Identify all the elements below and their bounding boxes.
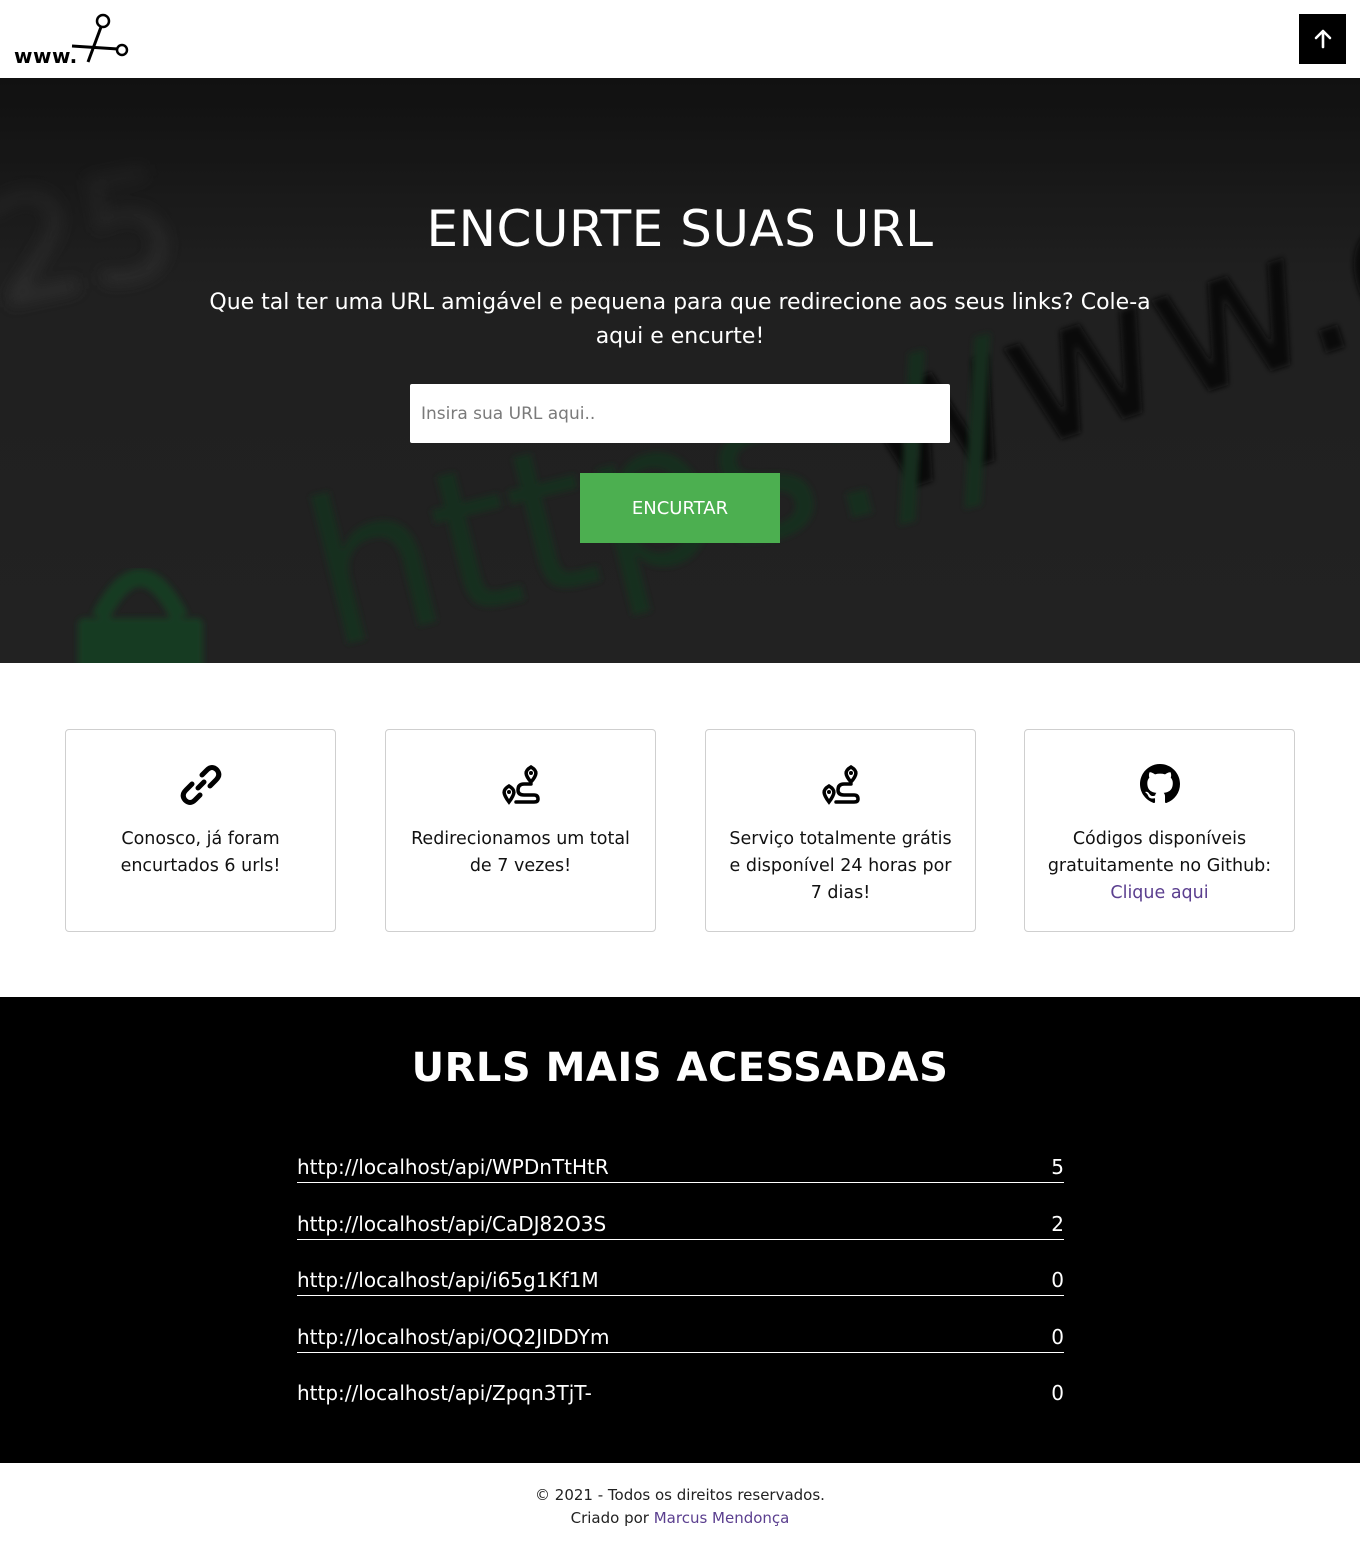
ranking-section: URLS MAIS ACESSADAS http://localhost/api… (0, 997, 1360, 1463)
route-icon (821, 764, 860, 805)
ranking-count: 5 (1051, 1155, 1064, 1179)
created-by-label: Criado por (570, 1509, 649, 1527)
feature-text: Conosco, já foram encurtados 6 urls! (120, 829, 281, 876)
ranking-url-link[interactable]: http://localhost/api/WPDnTtHtR (297, 1155, 609, 1179)
feature-text: Redirecionamos um total de 7 vezes! (411, 829, 630, 876)
feature-card-free: Serviço totalmente grátis e disponível 2… (705, 729, 976, 932)
url-input[interactable] (410, 384, 950, 443)
ranking-row: http://localhost/api/Zpqn3TjT- 0 (297, 1373, 1064, 1430)
feature-card-github: Códigos disponíveis gratuitamente no Git… (1024, 729, 1295, 932)
ranking-count: 0 (1051, 1268, 1064, 1292)
ranking-row: http://localhost/api/i65g1Kf1M 0 (297, 1260, 1064, 1317)
ranking-count: 0 (1051, 1324, 1064, 1349)
row-divider (297, 1351, 1064, 1353)
github-icon (1139, 764, 1180, 804)
arrow-up-icon (1314, 29, 1331, 49)
feature-text-github: Códigos disponíveis gratuitamente no Git… (1047, 829, 1272, 876)
row-divider (297, 1182, 1064, 1183)
ranking-url-link[interactable]: http://localhost/api/CaDJ82O3S (297, 1212, 606, 1236)
shorten-button[interactable]: ENCURTAR (580, 473, 780, 543)
scroll-top-button[interactable] (1299, 14, 1346, 64)
features-section: Conosco, já foram encurtados 6 urls! Red… (0, 663, 1360, 997)
ranking-row: http://localhost/api/WPDnTtHtR 5 (297, 1147, 1064, 1204)
link-icon (180, 765, 221, 805)
credits: Criado por Marcus Mendonça (0, 1509, 1360, 1527)
ranking-list: http://localhost/api/WPDnTtHtR 5 http://… (297, 1147, 1064, 1430)
hero-background-image: 25 www.g https:// (0, 78, 1360, 663)
ranking-row: http://localhost/api/CaDJ82O3S 2 (297, 1204, 1064, 1261)
ranking-title: URLS MAIS ACESSADAS (411, 1045, 949, 1091)
row-divider (297, 1295, 1064, 1296)
footer: © 2021 - Todos os direitos reservados. C… (0, 1463, 1360, 1550)
header: www. (0, 0, 1360, 78)
feature-text: Códigos disponíveis gratuitamente no Git… (1041, 826, 1278, 907)
logo-text: www. (14, 44, 78, 68)
author-link[interactable]: Marcus Mendonça (654, 1509, 790, 1527)
ranking-url-link[interactable]: http://localhost/api/i65g1Kf1M (297, 1268, 599, 1292)
scissors-icon (71, 13, 129, 63)
feature-card-shortened: Conosco, já foram encurtados 6 urls! (65, 729, 336, 932)
copyright-text: © 2021 - Todos os direitos reservados. (535, 1486, 825, 1504)
route-icon (501, 764, 540, 805)
ranking-count: 0 (1051, 1381, 1064, 1405)
hero-section: 25 www.g https:// ENCURTE SUAS URL Que t… (0, 78, 1360, 663)
ranking-url-link[interactable]: http://localhost/api/OQ2JIDDYm (297, 1325, 609, 1349)
feature-text: Serviço totalmente grátis e disponível 2… (729, 829, 952, 903)
github-link[interactable]: Clique aqui (1110, 883, 1208, 903)
ranking-url-link[interactable]: http://localhost/api/Zpqn3TjT- (297, 1381, 592, 1405)
feature-card-redirects: Redirecionamos um total de 7 vezes! (385, 729, 656, 932)
ranking-row: http://localhost/api/OQ2JIDDYm 0 (297, 1317, 1064, 1374)
hero-title: ENCURTE SUAS URL (426, 200, 934, 258)
hero-subtitle: Que tal ter uma URL amigável e pequena p… (209, 290, 1151, 349)
ranking-count: 2 (1051, 1211, 1064, 1236)
logo[interactable]: www. (14, 12, 132, 68)
row-divider (297, 1238, 1064, 1240)
